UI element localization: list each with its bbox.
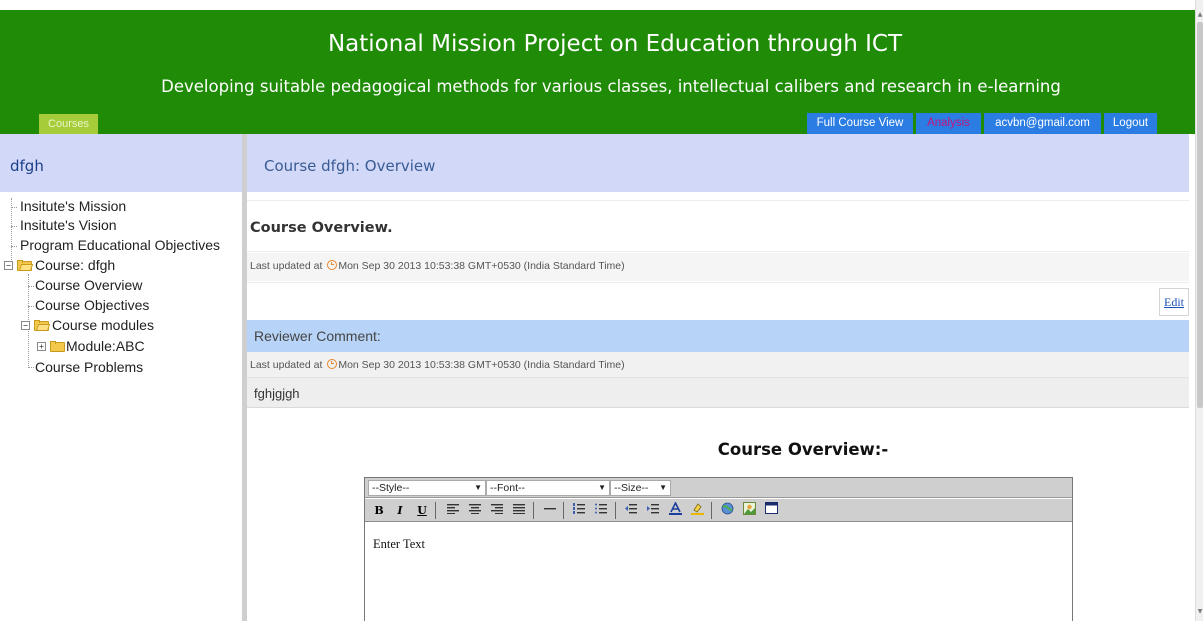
tree-connector [11, 198, 12, 266]
chevron-down-icon: ▼ [474, 483, 482, 492]
insert-link-icon[interactable] [719, 502, 735, 519]
last-updated-value: Mon Sep 30 2013 10:53:38 GMT+0530 (India… [338, 260, 625, 272]
clock-icon [327, 359, 338, 369]
last-updated-text: Last updated at Mon Sep 30 2013 10:53:38… [250, 260, 625, 272]
last-updated-label: Last updated at [250, 260, 323, 272]
open-folder-icon [34, 320, 51, 331]
size-select[interactable]: --Size-- ▼ [610, 480, 671, 496]
horizontal-rule-icon[interactable] [542, 502, 558, 519]
indent-icon[interactable] [645, 502, 661, 519]
folder-icon [50, 341, 65, 352]
logout-button[interactable]: Logout [1104, 113, 1157, 134]
collapse-modules-icon[interactable]: − [21, 321, 30, 330]
font-select-value: --Font-- [490, 482, 525, 494]
last-updated-row: Last updated at Mon Sep 30 2013 10:53:38… [247, 253, 1189, 281]
tree-item-mission[interactable]: Insitute's Mission [20, 198, 126, 215]
reviewer-comment-header: Reviewer Comment: [247, 320, 1189, 352]
scroll-down-icon[interactable]: ▼ [1196, 607, 1203, 617]
align-left-icon[interactable] [445, 502, 461, 519]
site-title: National Mission Project on Education th… [327, 31, 903, 57]
insert-table-icon[interactable] [763, 502, 779, 519]
highlight-color-icon[interactable] [689, 502, 705, 519]
editor-heading: Course Overview:- [717, 440, 889, 459]
page: National Mission Project on Education th… [0, 0, 1203, 621]
tree-item-vision[interactable]: Insitute's Vision [20, 217, 117, 234]
user-email-link[interactable]: acvbn@gmail.com [984, 113, 1101, 134]
courses-tab[interactable]: Courses [39, 114, 98, 134]
outdent-icon[interactable] [623, 502, 639, 519]
toolbar-separator [533, 502, 534, 519]
sidebar-title: dfgh [10, 157, 44, 175]
tree-connector [11, 226, 17, 227]
clock-icon [327, 260, 338, 270]
open-folder-icon [17, 260, 34, 271]
full-course-view-button[interactable]: Full Course View [807, 113, 913, 134]
editor-content-area[interactable]: Enter Text [365, 523, 1072, 621]
style-select-value: --Style-- [372, 482, 410, 494]
main-header: Course dfgh: Overview [247, 134, 1189, 192]
tree-connector [11, 246, 17, 247]
analysis-button[interactable]: Analysis [916, 113, 981, 134]
chevron-down-icon: ▼ [659, 483, 667, 492]
tree-connector [11, 207, 17, 208]
toolbar-separator [435, 502, 436, 519]
chevron-down-icon: ▼ [598, 483, 606, 492]
scroll-up-icon[interactable]: ▲ [1196, 10, 1203, 20]
unordered-list-icon[interactable] [593, 502, 609, 519]
tree-item-course-objectives[interactable]: Course Objectives [35, 297, 149, 314]
style-select[interactable]: --Style-- ▼ [368, 480, 486, 496]
ordered-list-icon[interactable] [571, 502, 587, 519]
toolbar-separator [711, 502, 712, 519]
tree-connector [28, 367, 34, 368]
tree-connector [28, 306, 34, 307]
last-updated-label: Last updated at [250, 359, 323, 371]
toolbar-separator [615, 502, 616, 519]
edit-row: Edit [247, 282, 1189, 319]
tree-item-course[interactable]: Course: dfgh [35, 257, 115, 274]
reviewer-updated-row: Last updated at Mon Sep 30 2013 10:53:38… [247, 352, 1189, 377]
last-updated-value: Mon Sep 30 2013 10:53:38 GMT+0530 (India… [338, 359, 625, 371]
tree-connector [28, 286, 34, 287]
page-title: Course dfgh: Overview [264, 157, 436, 175]
editor-placeholder-text: Enter Text [373, 537, 426, 551]
rich-text-editor: --Style-- ▼ --Font-- ▼ --Size-- ▼ B I U [364, 477, 1073, 621]
sidebar-header: dfgh [0, 134, 242, 192]
font-color-icon[interactable] [667, 501, 683, 519]
editor-format-toolbar: B I U [365, 499, 1072, 522]
tree-item-course-problems[interactable]: Course Problems [35, 359, 143, 376]
scrollbar-thumb[interactable] [1197, 22, 1203, 408]
tree-item-course-modules[interactable]: Course modules [52, 317, 154, 334]
reviewer-comment-label: Reviewer Comment: [254, 328, 381, 344]
font-select[interactable]: --Font-- ▼ [486, 480, 610, 496]
size-select-value: --Size-- [614, 482, 649, 494]
page-scrollbar[interactable]: ▲ ▼ [1195, 0, 1203, 621]
tree-item-course-overview[interactable]: Course Overview [35, 277, 142, 294]
align-center-icon[interactable] [467, 502, 483, 519]
tree-item-module[interactable]: Module:ABC [66, 338, 145, 355]
toolbar-separator [563, 502, 564, 519]
align-right-icon[interactable] [489, 502, 505, 519]
site-subtitle: Developing suitable pedagogical methods … [161, 77, 1061, 96]
reviewer-comment: fghjgjgh [247, 377, 1189, 408]
editor-select-bar: --Style-- ▼ --Font-- ▼ --Size-- ▼ [365, 478, 1072, 498]
bold-button[interactable]: B [371, 502, 387, 519]
reviewer-updated-text: Last updated at Mon Sep 30 2013 10:53:38… [250, 359, 625, 371]
italic-button[interactable]: I [392, 502, 408, 519]
overview-heading: Course Overview. [250, 220, 393, 236]
expand-module-icon[interactable]: + [37, 342, 46, 351]
align-justify-icon[interactable] [511, 502, 527, 519]
underline-button[interactable]: U [414, 502, 430, 519]
edit-link[interactable]: Edit [1159, 288, 1189, 316]
overview-section: Course Overview. [247, 200, 1189, 252]
insert-image-icon[interactable] [741, 502, 757, 519]
reviewer-comment-text: fghjgjgh [254, 386, 300, 401]
tree-item-peo[interactable]: Program Educational Objectives [20, 237, 220, 254]
collapse-course-icon[interactable]: − [4, 261, 13, 270]
